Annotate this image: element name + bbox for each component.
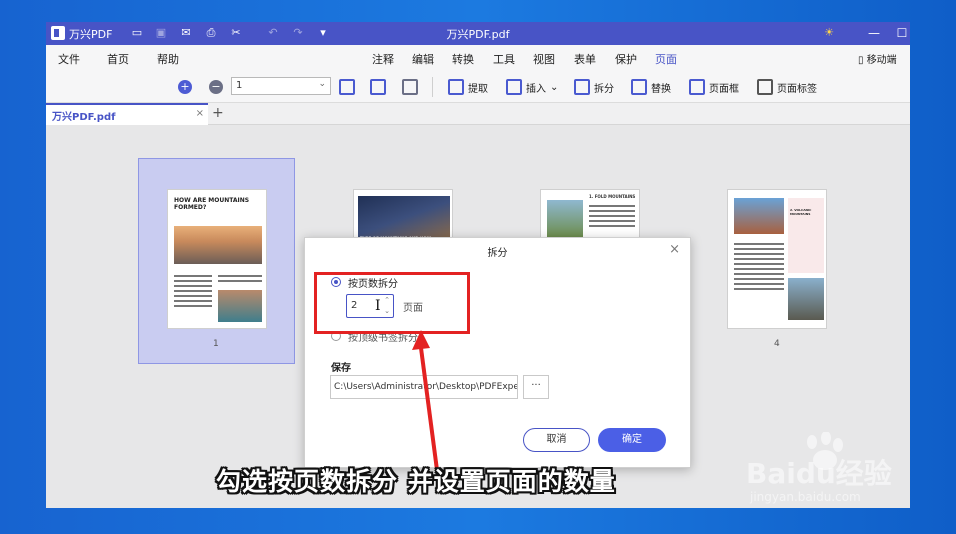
- baidu-watermark: Baidu经验 jingyan.baidu.com: [746, 452, 892, 504]
- watermark-url: jingyan.baidu.com: [750, 490, 861, 504]
- tutorial-caption: 勾选按页数拆分 并设置页面的数量: [216, 467, 616, 496]
- watermark-brand: Baidu经验: [746, 457, 892, 490]
